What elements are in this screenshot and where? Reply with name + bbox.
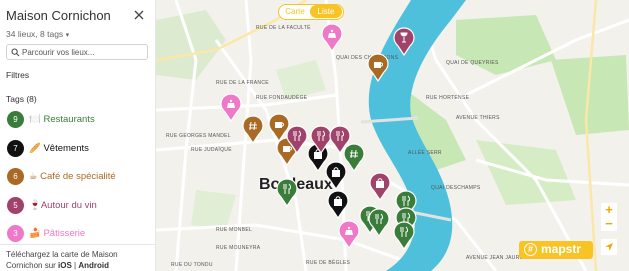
tag-cafe-specialite[interactable]: 6 ☕ Café de spécialité [6,168,151,186]
fork-knife-icon [393,221,415,250]
shopping-bag-icon [369,172,391,201]
map-pin-restaurants[interactable] [393,221,415,250]
chevron-down-icon: ▾ [65,32,70,39]
search-icon [11,48,20,57]
street-label: RUE GEORGES MANDEL [166,133,231,139]
mapstr-logo[interactable]: # mapstr [519,241,593,259]
street-label: AVENUE THIERS [456,115,500,121]
download-footer: Téléchargez la carte de Maison Cornichon… [6,249,154,271]
map-pin-vin[interactable] [369,172,391,201]
street-label: QUAI DE QUEYRIES [446,60,499,66]
map-pin-vin[interactable] [393,27,415,56]
tab-liste[interactable]: Liste [310,5,342,18]
tag-count-badge: 5 [7,197,24,214]
map-pin-patisserie[interactable] [321,23,343,52]
tag-label: 🍷Autour du vin [29,200,97,211]
map-pin-vetements[interactable] [325,161,347,190]
map-title: Maison Cornichon [6,8,111,23]
street-label: RUE DE BÈGLES [306,260,351,266]
street-label: RUE DE LA FACULTÉ [256,25,311,31]
cake-icon [321,23,343,52]
fork-knife-icon [276,178,298,207]
locate-button[interactable] [601,239,617,255]
tags-heading: Tags (8) [6,94,37,104]
map-pin-cafe[interactable] [242,115,264,144]
sidebar-divider [0,244,156,245]
street-label: RUE JUDAÏQUE [191,147,232,153]
fork-knife-icon [368,208,390,237]
locate-arrow-icon [605,243,613,251]
tag-label: 🍰 Pâtisserie [29,228,86,239]
close-icon[interactable] [133,9,145,21]
zoom-in-button[interactable]: + [601,203,617,217]
cake-icon [338,220,360,249]
street-label: RUE HORTENSE [426,95,470,101]
tag-count-badge: 7 [7,140,24,157]
tag-restaurants[interactable]: 9 🍽️ Restaurants [6,111,151,129]
tag-autour-du-vin[interactable]: 5 🍷Autour du vin [6,197,151,215]
view-toggle[interactable]: Carte Liste [278,4,344,20]
map-pin-cafe[interactable] [367,53,389,82]
map-summary[interactable]: 34 lieux, 8 tags ▾ [6,29,69,39]
street-label: RUE MONBEL [216,227,253,233]
search-input[interactable] [22,46,146,58]
tag-count-badge: 6 [7,168,24,185]
tag-count-badge: 9 [7,111,24,128]
ios-link[interactable]: iOS [58,261,72,270]
zoom-controls: + − [601,203,617,231]
map-pin-vetements[interactable] [327,190,349,219]
street-label: QUAI DESCHAMPS [431,185,481,191]
street-label: AVENUE JEAN JAURÈS [466,255,527,261]
tag-label: 🍽️ Restaurants [29,114,95,125]
shopping-bag-icon [325,161,347,190]
street-label: RUE DE LA FRANCE [216,80,269,86]
map-pin-restaurants[interactable] [368,208,390,237]
tag-vetements[interactable]: 7 🥖 Vêtements [6,140,151,158]
hashtag-icon: # [524,243,537,256]
summary-text: 34 lieux, 8 tags [6,29,64,39]
tab-carte[interactable]: Carte [280,5,310,18]
map-pin-patisserie[interactable] [338,220,360,249]
tag-label: 🥖 Vêtements [29,143,89,154]
coffee-cup-icon [367,53,389,82]
filters-heading[interactable]: Filtres [6,70,29,80]
tag-label: ☕ Café de spécialité [29,171,116,182]
zoom-out-button[interactable]: − [601,217,617,231]
street-label: RUE FONDAUDÈGE [256,95,308,101]
wine-glass-icon [393,27,415,56]
map-pin-vin[interactable] [286,125,308,154]
street-label: RUE DU TONDU [171,262,213,268]
app: Maison Cornichon 34 lieux, 8 tags ▾ Filt… [0,0,629,271]
hashtag-icon [242,115,264,144]
search-box[interactable] [6,44,148,60]
android-link[interactable]: Android [78,261,109,270]
street-label: RUE MOUNEYRA [216,245,261,251]
logo-text: mapstr [541,242,582,256]
tag-patisserie[interactable]: 3 🍰 Pâtisserie [6,225,151,243]
tag-count-badge: 3 [7,225,24,242]
map-canvas[interactable]: RUE GEORGES MANDEL RUE JUDAÏQUE RUE DE L… [156,0,629,271]
fork-knife-icon [286,125,308,154]
cake-icon [220,93,242,122]
shopping-bag-icon [327,190,349,219]
map-pin-patisserie[interactable] [220,93,242,122]
street-label: ALLÉE SERR [408,150,442,156]
sidebar: Maison Cornichon 34 lieux, 8 tags ▾ Filt… [0,0,156,271]
map-pin-restaurants[interactable] [276,178,298,207]
